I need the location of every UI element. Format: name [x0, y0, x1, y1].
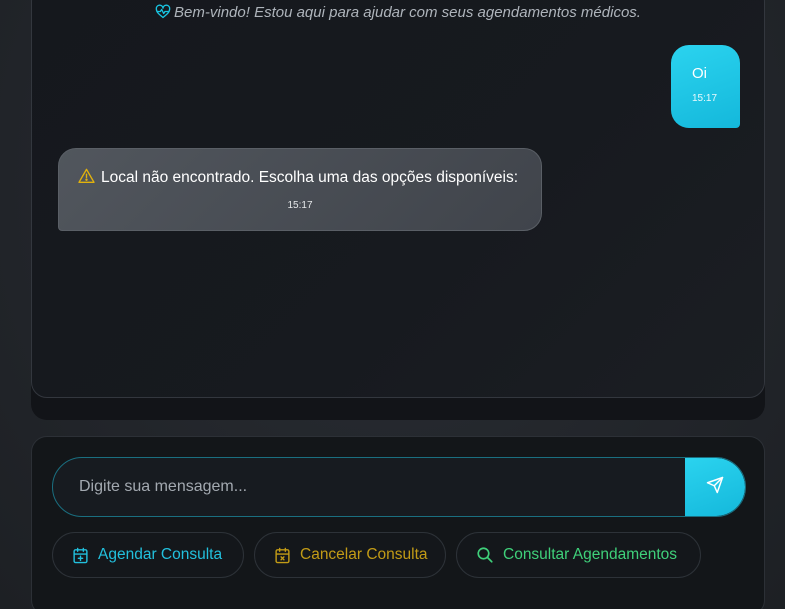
send-button[interactable] — [685, 458, 745, 516]
search-icon — [477, 547, 493, 563]
calendar-plus-icon — [73, 547, 88, 563]
message-input[interactable] — [53, 458, 687, 516]
message-input-container — [52, 457, 746, 517]
bot-message-time: 15:17 — [287, 200, 313, 211]
agendar-consulta-label: Agendar Consulta — [98, 546, 223, 563]
agendar-consulta-button[interactable]: Agendar Consulta — [52, 532, 244, 578]
calendar-x-icon — [275, 547, 290, 563]
input-panel: Agendar Consulta Cancelar Consulta Consu… — [31, 436, 765, 609]
cancelar-consulta-label: Cancelar Consulta — [300, 546, 428, 563]
warning-icon — [78, 168, 95, 187]
user-message-text: Oi — [692, 65, 707, 82]
user-message-time: 15:17 — [692, 93, 718, 104]
heart-pulse-icon — [155, 4, 171, 23]
consultar-agendamentos-label: Consultar Agendamentos — [503, 546, 678, 563]
welcome-text: Bem-vindo! Estou aqui para ajudar com se… — [174, 4, 641, 21]
bot-message-text: Local não encontrado. Escolha uma das op… — [101, 168, 519, 186]
bot-message-bubble: Local não encontrado. Escolha uma das op… — [58, 148, 542, 231]
cancelar-consulta-button[interactable]: Cancelar Consulta — [254, 532, 446, 578]
user-message-bubble: Oi 15:17 — [671, 45, 740, 128]
consultar-agendamentos-button[interactable]: Consultar Agendamentos — [456, 532, 701, 578]
welcome-message: Bem-vindo! Estou aqui para ajudar com se… — [32, 4, 764, 23]
app-stage: Bem-vindo! Estou aqui para ajudar com se… — [0, 0, 785, 609]
chat-messages-panel[interactable]: Bem-vindo! Estou aqui para ajudar com se… — [31, 0, 765, 398]
send-icon — [706, 476, 724, 499]
